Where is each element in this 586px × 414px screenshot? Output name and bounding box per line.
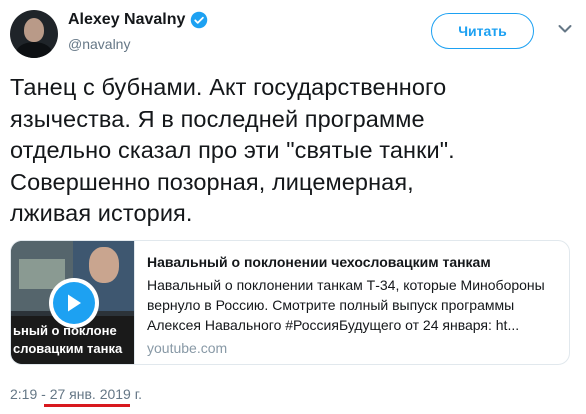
tweet-line: Танец с бубнами. Акт государственного <box>10 74 447 100</box>
tweet-time[interactable]: 2:19 <box>10 386 37 402</box>
card-body[interactable]: Навальный о поклонении чехословацким тан… <box>135 241 569 364</box>
thumbnail-face <box>89 247 119 283</box>
tweet-line: лживая история. <box>10 200 193 226</box>
card-description-line: Алексея Навального #РоссияБудущего от 24… <box>147 317 520 333</box>
verified-badge-icon <box>191 11 208 29</box>
follow-button[interactable]: Читать <box>431 13 534 49</box>
video-thumbnail[interactable]: ьный о поклоне словацким танка <box>11 241 135 364</box>
play-icon <box>68 294 81 312</box>
tweet-line: Совершенно позорная, лицемерная, <box>10 168 414 195</box>
chevron-down-icon[interactable] <box>558 24 572 34</box>
tweet-line: отдельно сказал про эти "святые танки". <box>10 137 455 163</box>
timestamp-separator: - <box>41 386 46 402</box>
date-underline <box>44 404 130 407</box>
card-title[interactable]: Навальный о поклонении чехословацким тан… <box>147 253 569 272</box>
tweet-text: Танец с бубнами. Акт государственного яз… <box>10 72 570 230</box>
author-name[interactable]: Alexey Navalny <box>68 11 185 29</box>
play-button-circle <box>53 282 95 324</box>
avatar[interactable] <box>10 10 58 58</box>
card-description-line: вернуло в Россию. Смотрите полный выпуск… <box>147 297 515 313</box>
tweet-line: язычества. Я в последней программе <box>10 105 425 132</box>
link-preview-card[interactable]: ьный о поклоне словацким танка Навальный… <box>10 240 570 365</box>
play-button[interactable] <box>49 278 99 328</box>
avatar-shoulders <box>16 42 52 58</box>
card-description: Навальный о поклонении танкам Т-34, кото… <box>147 275 569 335</box>
card-description-line: Навальный о поклонении танкам Т-34, кото… <box>147 277 545 293</box>
card-domain: youtube.com <box>147 340 228 356</box>
avatar-head <box>24 18 44 42</box>
tweet-date[interactable]: 27 янв. 2019 г. <box>50 386 142 402</box>
author-handle[interactable]: @navalny <box>68 36 130 52</box>
tweet-timestamp[interactable]: 2:19 - 27 янв. 2019 г. <box>10 386 142 402</box>
thumbnail-caption-line: словацким танка <box>13 341 123 356</box>
author-name-row[interactable]: Alexey Navalny <box>68 11 208 29</box>
